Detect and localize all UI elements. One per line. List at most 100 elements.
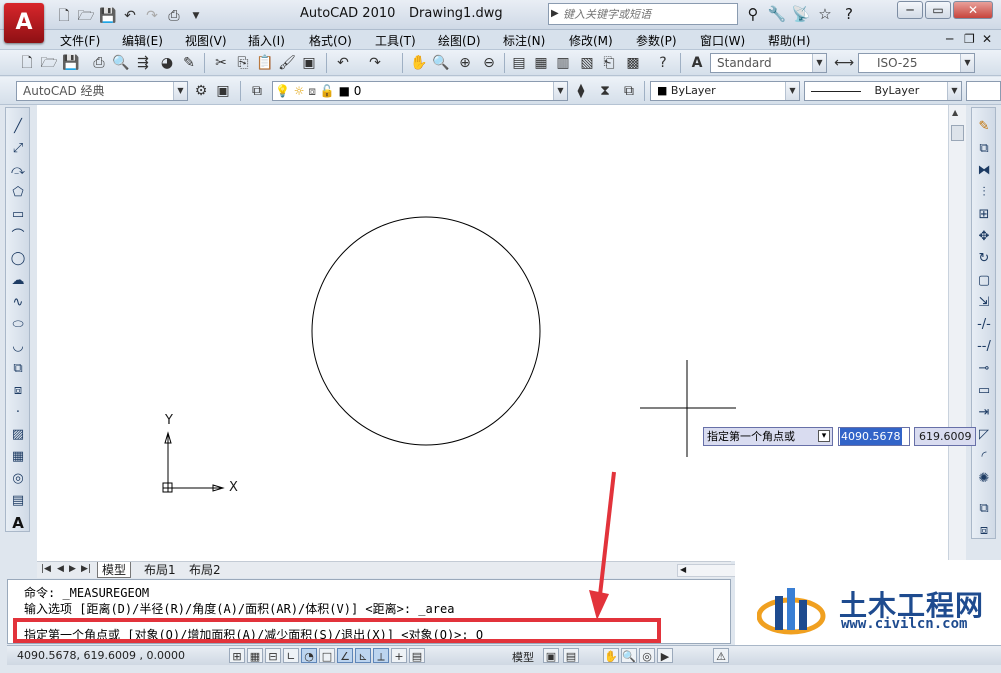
arc-icon[interactable]: ⌒ [9, 228, 27, 246]
text-style-select[interactable]: Standard ▼ [710, 53, 827, 73]
fillet-icon[interactable]: ◜ [975, 448, 993, 466]
scroll-left-icon[interactable]: ◀ [680, 565, 686, 574]
zoom-window-icon[interactable]: ⊕ [456, 54, 474, 72]
mirror-icon[interactable]: ⧓ [975, 162, 993, 180]
sheet-set-icon[interactable]: ▧ [578, 54, 596, 72]
infer-constraints-button[interactable]: ⊞ [229, 648, 245, 663]
chamfer-icon[interactable]: ◸ [975, 426, 993, 444]
workspace-select[interactable]: AutoCAD 经典 ▼ [16, 81, 188, 101]
tab-layout1[interactable]: 布局1 [140, 562, 180, 578]
snap-mode-button[interactable]: ▦ [247, 648, 263, 663]
dynamic-input-button[interactable]: ⟂ [373, 648, 389, 663]
copy-icon[interactable]: ⎘ [234, 54, 252, 72]
drawing-area[interactable]: Y X [37, 105, 948, 561]
search-input[interactable] [563, 6, 733, 22]
workspace-settings-gear-icon[interactable]: ⚙ [192, 82, 210, 100]
open-icon[interactable]: 🗁 [40, 54, 58, 72]
doc-minimize-icon[interactable]: ─ [946, 32, 953, 46]
multiline-text-icon[interactable]: A [9, 514, 27, 532]
quick-view-drawings-button[interactable]: ▤ [563, 648, 579, 663]
scale-icon[interactable]: ▢ [975, 272, 993, 290]
dynamic-input-y-field[interactable]: 619.6009 [914, 427, 976, 446]
dynamic-options-dropdown-icon[interactable]: ▾ [818, 430, 830, 442]
match-properties-icon[interactable]: 🖌 [278, 54, 296, 72]
make-object-layer-current-icon[interactable]: ⧫ [572, 82, 590, 100]
point-icon[interactable]: · [9, 404, 27, 422]
help-icon[interactable]: ? [654, 54, 672, 72]
insert-block-icon[interactable]: ⧉ [9, 360, 27, 378]
doc-close-icon[interactable]: ✕ [982, 32, 992, 46]
grid-button[interactable]: ⊟ [265, 648, 281, 663]
break-at-point-icon[interactable]: ⊸ [975, 360, 993, 378]
layer-states-icon[interactable]: ⧉ [620, 82, 638, 100]
rotate-icon[interactable]: ↻ [975, 250, 993, 268]
menu-format[interactable]: 格式(O) [309, 32, 352, 49]
ellipse-icon[interactable]: ⬭ [9, 316, 27, 334]
chevron-down-icon[interactable]: ▼ [812, 54, 826, 72]
zoom-realtime-icon[interactable]: 🔍 [432, 54, 450, 72]
allow-ucs-button[interactable]: ⊾ [355, 648, 371, 663]
save-icon[interactable]: 💾 [98, 6, 118, 26]
gradient-icon[interactable]: ▦ [9, 448, 27, 466]
region-icon[interactable]: ◎ [9, 470, 27, 488]
calculator-icon[interactable]: ▩ [624, 54, 642, 72]
object-snap-button[interactable]: □ [319, 648, 335, 663]
drawn-circle[interactable] [311, 216, 541, 446]
polar-tracking-button[interactable]: ◔ [301, 648, 317, 663]
tool-palettes-icon[interactable]: ▥ [554, 54, 572, 72]
properties-icon[interactable]: ▤ [510, 54, 528, 72]
redo-icon[interactable]: ↷ [366, 54, 384, 72]
favorites-star-icon[interactable]: ☆ [815, 4, 835, 24]
ellipse-arc-icon[interactable]: ◡ [9, 338, 27, 356]
linetype-select[interactable]: ByLayer ▼ [804, 81, 962, 101]
scroll-up-icon[interactable]: ▲ [952, 108, 958, 117]
tab-model[interactable]: 模型 [97, 562, 132, 578]
close-button[interactable]: ✕ [953, 1, 993, 19]
minimize-button[interactable]: ─ [897, 1, 923, 19]
chevron-down-icon[interactable]: ▼ [960, 54, 974, 72]
lineweight-select[interactable] [966, 81, 1001, 101]
qat-dropdown-icon[interactable]: ▼ [186, 6, 206, 26]
publish-icon[interactable]: ⇶ [134, 54, 152, 72]
quick-view-layouts-button[interactable]: ▣ [543, 648, 559, 663]
dim-style-select[interactable]: ISO-25 ▼ [858, 53, 975, 73]
undo-icon[interactable]: ↶ [334, 54, 352, 72]
design-center-icon[interactable]: ✎ [180, 54, 198, 72]
annotation-scale-button[interactable]: ⚠ [713, 648, 729, 663]
erase-icon[interactable]: ✎ [975, 118, 993, 136]
menu-view[interactable]: 视图(V) [185, 32, 227, 49]
stretch-icon[interactable]: ⇲ [975, 294, 993, 312]
extend-icon[interactable]: --/ [975, 338, 993, 356]
layer-select[interactable]: 💡 ☼ ⧈ 🔓 ■ 0 ▼ [272, 81, 568, 101]
plot-icon[interactable]: ⎙ [90, 54, 108, 72]
spline-icon[interactable]: ∿ [9, 294, 27, 312]
qnew-icon[interactable]: 🗋 [18, 54, 36, 72]
layer-previous-icon[interactable]: ⧗ [596, 82, 614, 100]
ortho-button[interactable]: ∟ [283, 648, 299, 663]
last-tab-icon[interactable]: ▶| [81, 564, 91, 574]
maximize-button[interactable]: ▭ [925, 1, 951, 19]
make-block-icon[interactable]: ⧈ [9, 382, 27, 400]
lineweight-button[interactable]: + [391, 648, 407, 663]
zoom-status-button[interactable]: 🔍 [621, 648, 637, 663]
copy-object-icon[interactable]: ⧉ [975, 140, 993, 158]
menu-window[interactable]: 窗口(W) [700, 32, 745, 49]
pan-status-button[interactable]: ✋ [603, 648, 619, 663]
markup-icon[interactable]: ⎗ [600, 54, 618, 72]
chevron-down-icon[interactable]: ▼ [173, 82, 187, 100]
menu-parametric[interactable]: 参数(P) [636, 32, 677, 49]
pan-icon[interactable]: ✋ [410, 54, 428, 72]
zoom-previous-icon[interactable]: ⊖ [480, 54, 498, 72]
chevron-down-icon[interactable]: ▼ [553, 82, 567, 100]
plot-preview-icon[interactable]: 🔍 [112, 54, 130, 72]
scrollbar-thumb[interactable] [951, 125, 964, 141]
explode-icon[interactable]: ✺ [975, 470, 993, 488]
menu-insert[interactable]: 插入(I) [248, 32, 285, 49]
paste-icon[interactable]: 📋 [256, 54, 274, 72]
help-question-icon[interactable]: ? [839, 4, 859, 24]
prev-tab-icon[interactable]: ◀ [57, 564, 64, 574]
move-icon[interactable]: ✥ [975, 228, 993, 246]
binoculars-icon[interactable]: ⚲ [743, 4, 763, 24]
showmotion-button[interactable]: ▶ [657, 648, 673, 663]
undo-icon[interactable]: ↶ [120, 6, 140, 26]
